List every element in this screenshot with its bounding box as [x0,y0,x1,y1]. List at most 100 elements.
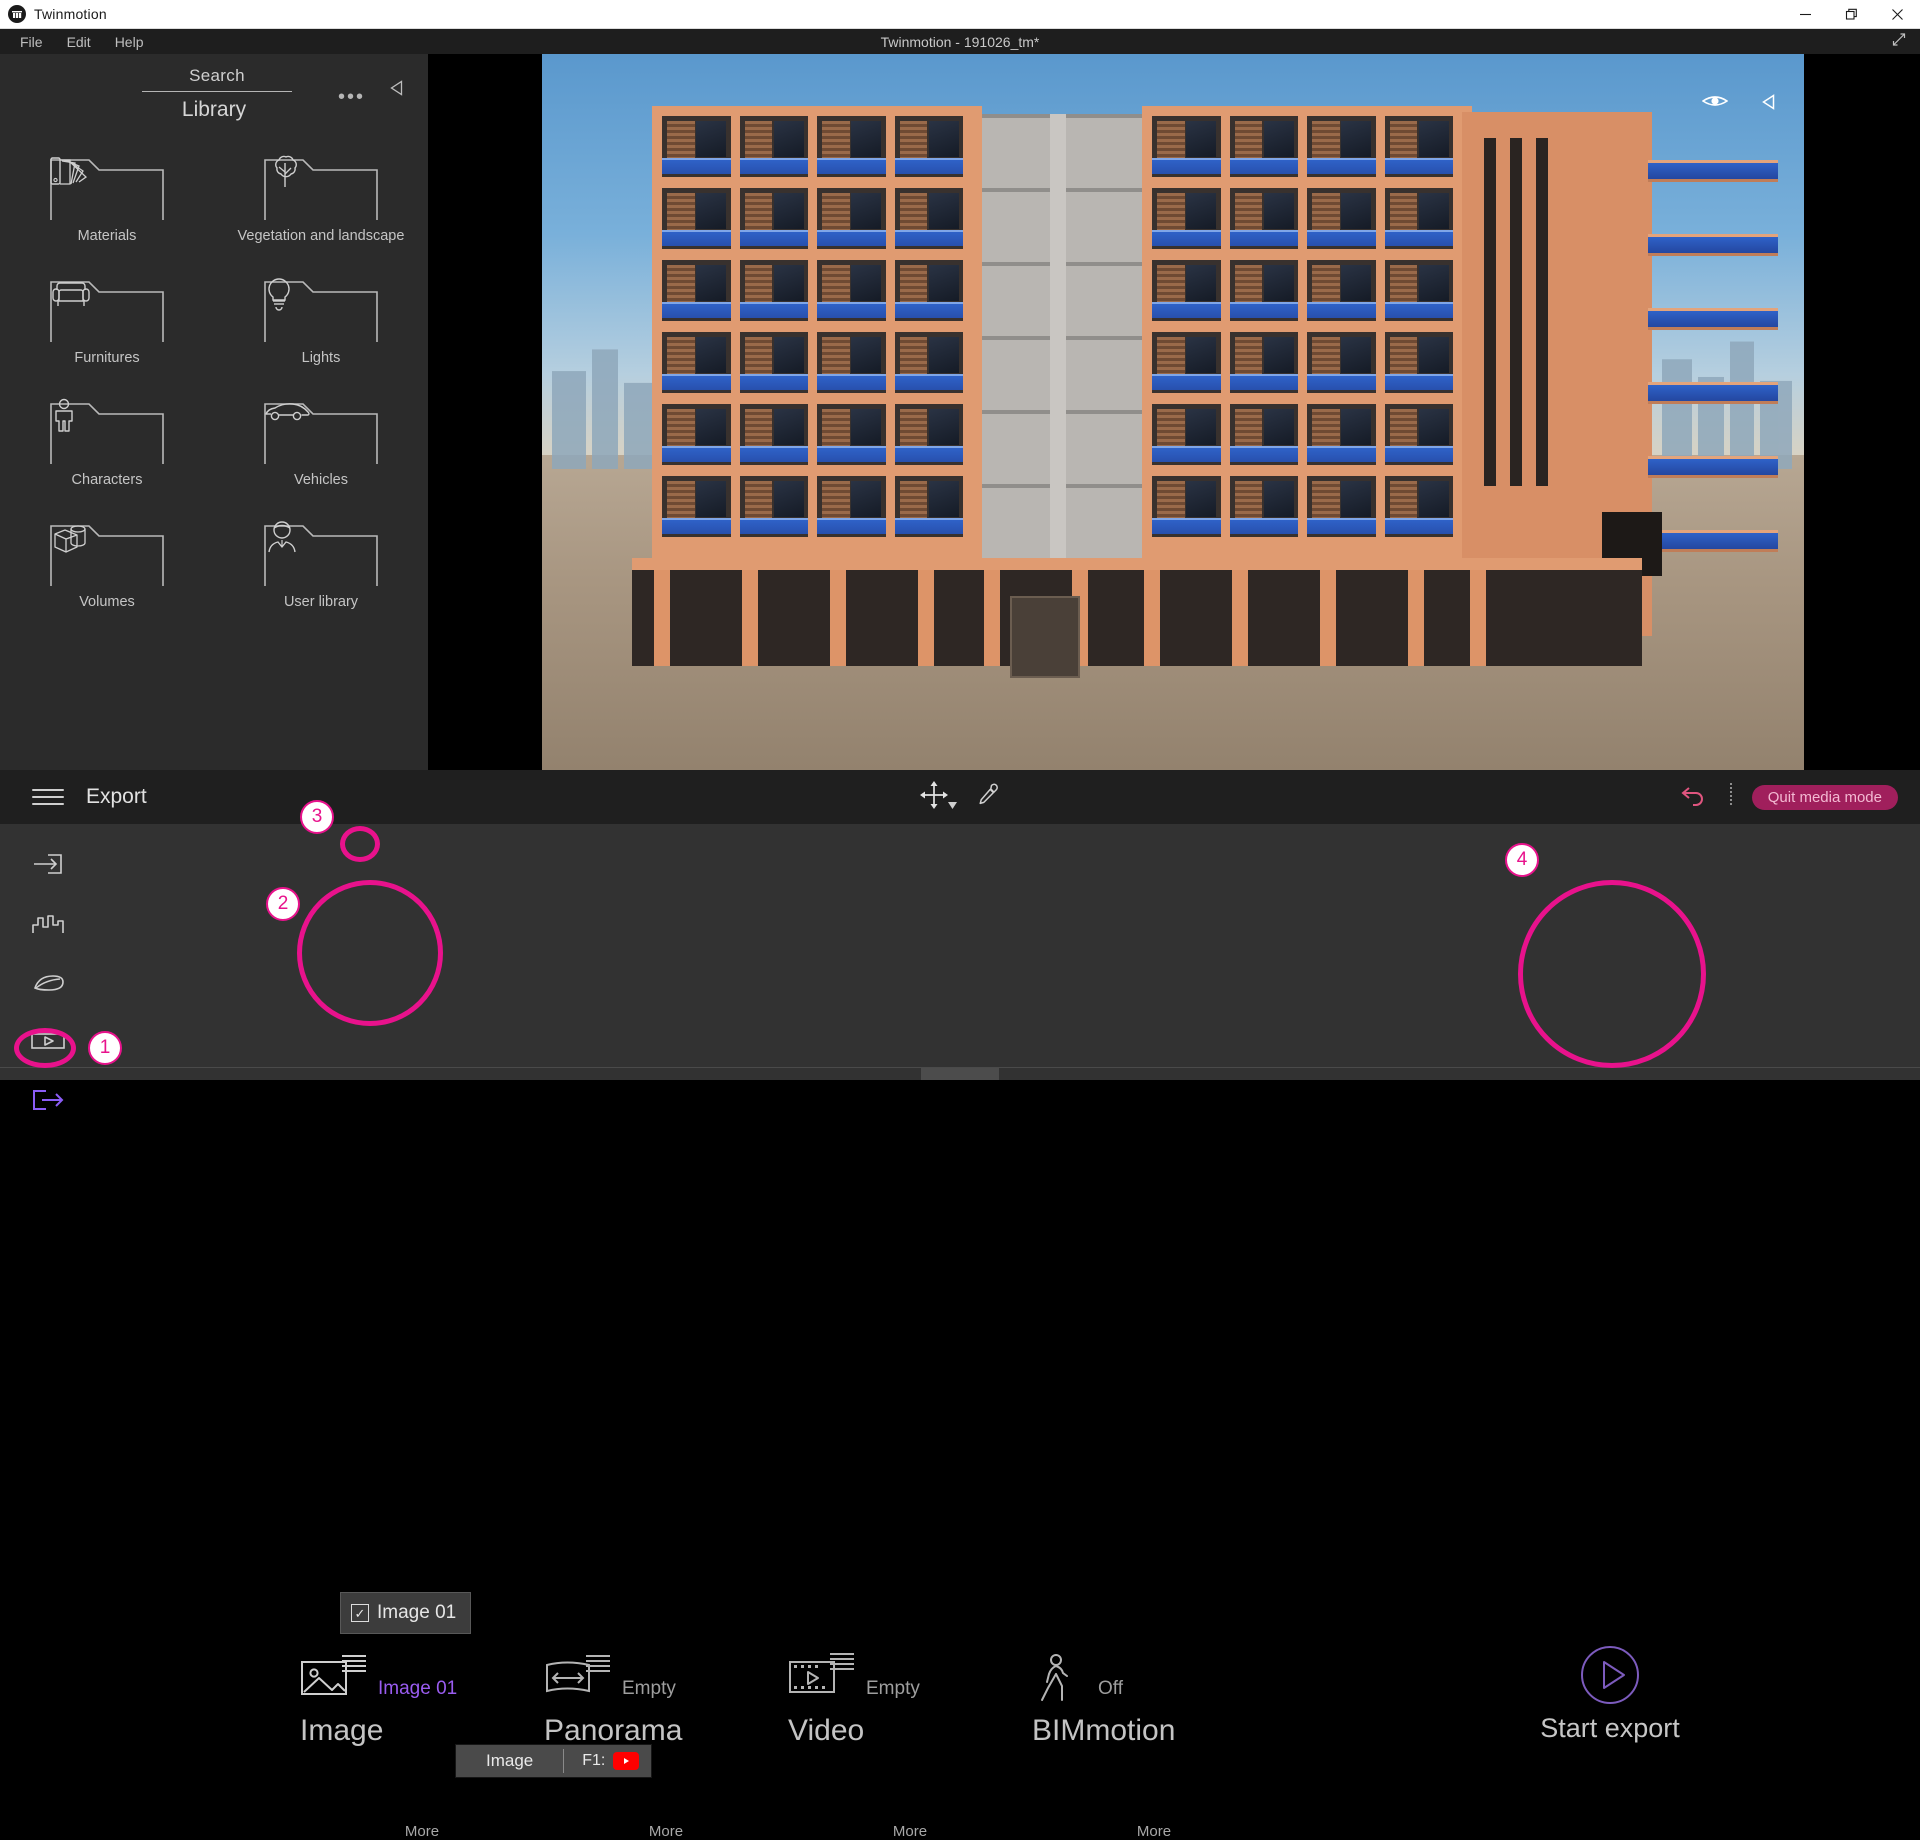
start-export-button[interactable]: Start export [1530,1644,1690,1744]
search-underline [142,91,292,92]
undo-arrow-icon[interactable] [1680,783,1710,812]
card-name: Panorama [544,1716,788,1746]
card-status: Image 01 [378,1678,457,1700]
card-status: Off [1098,1678,1123,1700]
quit-media-mode-button[interactable]: Quit media mode [1752,785,1898,810]
folder-shape [263,398,379,466]
card-icon-row: Image 01 [300,1652,544,1714]
bimmotion-walk-icon [1032,1652,1088,1713]
tooltip-label: Image [456,1751,563,1771]
armchair-icon [49,276,165,344]
tooltip-shortcut: F1: [564,1752,651,1770]
menu-item-edit[interactable]: Edit [55,32,103,52]
card-name: BIMmotion [1032,1716,1276,1746]
annotation-number-3: 3 [300,800,334,834]
video-media-icon [788,1652,856,1709]
lightbulb-icon [263,276,379,344]
minimize-button[interactable] [1782,0,1828,28]
media-video-icon[interactable] [30,1031,66,1056]
library-item-label: Furnitures [74,350,139,366]
menu-item-help[interactable]: Help [103,32,156,52]
materials-swatch-icon [49,154,165,222]
library-item-furnitures[interactable]: Furnitures [0,276,214,366]
export-toolbar-right: Quit media mode [1680,782,1920,813]
media-tab-checkbox[interactable]: ✓ [351,1604,369,1622]
panel-resize-handle[interactable] [921,1068,999,1080]
export-icon[interactable] [30,1088,66,1117]
folder-shape [263,154,379,222]
start-export-label: Start export [1540,1713,1680,1744]
media-tab-image-01[interactable]: ✓ Image 01 [340,1592,471,1634]
export-panel-title: Export [86,785,147,809]
search-input[interactable]: Search [142,66,292,92]
app-name-label: Twinmotion [34,6,107,22]
viewport-3d-render[interactable] [542,54,1804,770]
library-item-label: Characters [72,472,143,488]
library-item-label: Materials [78,228,137,244]
library-item-vehicles[interactable]: Vehicles [214,398,428,488]
library-item-label: Lights [302,350,341,366]
maximize-button[interactable] [1828,0,1874,28]
card-more-link[interactable]: More [649,1823,683,1840]
close-button[interactable] [1874,0,1920,28]
card-name: Image [300,1716,544,1746]
annotation-number-4: 4 [1505,843,1539,877]
landscape-leaf-icon[interactable] [31,972,65,999]
library-item-label: User library [284,594,358,610]
import-icon[interactable] [31,852,65,881]
eyedropper-icon[interactable] [975,782,1001,813]
center-tool-group [919,780,1001,815]
tooltip-key-label: F1: [582,1752,605,1770]
library-item-lights[interactable]: Lights [214,276,428,366]
library-item-user-library[interactable]: User library [214,520,428,610]
card-icon-row: Off [1032,1652,1276,1714]
building-model [632,106,1642,666]
kebab-menu-icon[interactable] [1728,782,1734,813]
card-name: Video [788,1716,1032,1746]
project-title-label: Twinmotion - 191026_tm* [0,34,1920,50]
hamburger-menu-icon[interactable] [32,784,64,810]
library-item-label: Vehicles [294,472,348,488]
folder-shape [263,520,379,588]
library-item-characters[interactable]: Characters [0,398,214,488]
library-panel: Search ••• Library [0,54,428,770]
library-item-label: Vegetation and landscape [238,228,405,244]
card-status: Empty [622,1678,676,1700]
play-circle-icon [1579,1644,1641,1711]
export-panel: Export [0,770,1920,1080]
window-title-bar: Twinmotion [0,0,1920,29]
image-media-icon [300,1652,368,1709]
folder-shape [49,398,165,466]
expand-diagonal-icon[interactable] [1890,30,1908,53]
person-icon [49,398,165,466]
library-item-vegetation-and-landscape[interactable]: Vegetation and landscape [214,154,428,244]
folder-shape [263,276,379,344]
annotation-number-1: 1 [88,1031,122,1065]
move-tool-chevron-down-icon[interactable] [948,796,957,814]
export-card-video[interactable]: Empty Video More [788,1652,1032,1802]
twinmotion-logo-icon [8,5,26,23]
window-controls [1782,0,1920,28]
urban-skyline-icon[interactable] [31,913,65,940]
export-card-panorama[interactable]: Empty Panorama More [544,1652,788,1802]
menu-bar: File Edit Help Twinmotion - 191026_tm* [0,29,1920,54]
menu-item-file[interactable]: File [8,32,55,52]
export-card-image[interactable]: Image 01 Image More [300,1652,544,1802]
export-toolbar: Export [0,770,1920,824]
card-more-link[interactable]: More [1137,1823,1171,1840]
viewport-collapse-triangle-left-icon[interactable] [1760,92,1780,117]
move-gizmo-icon[interactable] [919,780,949,815]
library-item-materials[interactable]: Materials [0,154,214,244]
card-more-link[interactable]: More [405,1823,439,1840]
eye-visibility-icon[interactable] [1702,92,1728,115]
library-grid: Materials Vegetation and landscap [0,154,428,610]
export-card-bimmotion[interactable]: Off BIMmotion More [1032,1652,1276,1802]
user-avatar-icon [263,520,379,588]
library-item-volumes[interactable]: Volumes [0,520,214,610]
podium-ground-floor [632,558,1642,666]
folder-shape [49,154,165,222]
checkbox-check-glyph: ✓ [355,1607,366,1620]
youtube-icon[interactable] [613,1752,639,1770]
card-more-link[interactable]: More [893,1823,927,1840]
image-tooltip: Image F1: [455,1744,652,1778]
